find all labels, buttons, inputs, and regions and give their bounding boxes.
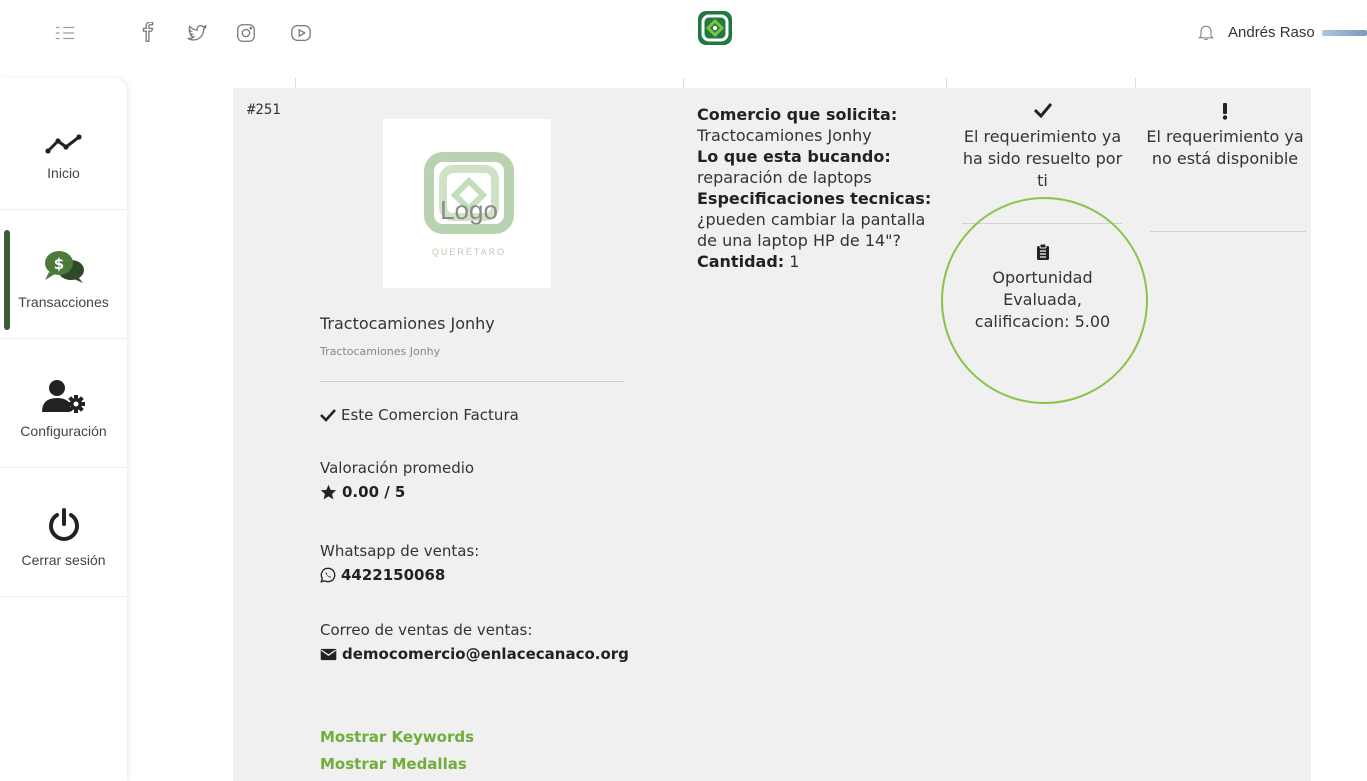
quantity-value: 1	[789, 252, 800, 271]
email-label: Correo de ventas de ventas:	[320, 621, 533, 639]
top-bar: Andrés Raso	[0, 0, 1367, 78]
request-description: Comercio que solicita: Tractocamiones Jo…	[697, 104, 942, 272]
status-resolved: El requerimiento ya ha sido resuelto por…	[955, 102, 1130, 192]
divider	[962, 223, 1122, 224]
company-name: Tractocamiones Jonhy	[320, 314, 495, 333]
logo-caption: QUERÉTARO	[432, 247, 506, 257]
company-logo: Logo QUERÉTARO	[383, 119, 551, 288]
star-icon	[320, 484, 337, 500]
sidebar-item-label: Inicio	[47, 164, 80, 181]
rating-block: Valoración promedio 0.00 / 5	[320, 459, 474, 501]
bell-icon[interactable]	[1196, 22, 1216, 42]
quantity-label: Cantidad:	[697, 252, 785, 271]
column-divider	[683, 78, 684, 88]
logo-text: Logo	[440, 195, 498, 225]
check-icon	[320, 409, 336, 422]
email-value[interactable]: democomercio@enlacecanaco.org	[342, 645, 629, 663]
whatsapp-label: Whatsapp de ventas:	[320, 542, 480, 560]
rating-value: 0.00 / 5	[342, 483, 406, 501]
sidebar-item-label: Cerrar sesión	[21, 551, 106, 568]
status-unavailable-text: El requerimiento ya no está disponible	[1146, 127, 1304, 168]
whatsapp-icon	[320, 567, 336, 583]
exclamation-icon	[1222, 103, 1228, 120]
email-block: Correo de ventas de ventas: democomercio…	[320, 621, 629, 663]
money-chat-icon: $	[44, 250, 84, 283]
factura-status: Este Comercion Factura	[320, 406, 519, 424]
menu-icon[interactable]	[52, 20, 78, 46]
youtube-icon[interactable]	[288, 20, 314, 46]
divider	[320, 381, 624, 382]
sidebar: Inicio $ Transacciones Configuración Cer…	[0, 78, 127, 781]
show-medals-link[interactable]: Mostrar Medallas	[320, 755, 467, 773]
user-area[interactable]: Andrés Raso	[1196, 22, 1315, 42]
sidebar-item-configuracion[interactable]: Configuración	[0, 340, 127, 468]
trend-line-icon	[44, 133, 82, 154]
status-evaluated: Oportunidad Evaluada, calificacion: 5.00	[955, 243, 1130, 333]
status-resolved-text: El requerimiento ya ha sido resuelto por…	[962, 127, 1123, 190]
brand-logo[interactable]	[697, 10, 733, 46]
check-icon	[1033, 103, 1052, 119]
looking-value: reparación de laptops	[697, 168, 872, 187]
rating-label: Valoración promedio	[320, 459, 475, 477]
divider	[1150, 231, 1306, 232]
column-divider	[946, 78, 947, 88]
whatsapp-block: Whatsapp de ventas: 4422150068	[320, 542, 479, 584]
sidebar-item-label: Transacciones	[18, 293, 109, 310]
envelope-icon	[320, 648, 337, 660]
show-keywords-link[interactable]: Mostrar Keywords	[320, 728, 474, 746]
sidebar-item-inicio[interactable]: Inicio	[0, 82, 127, 210]
looking-label: Lo que esta bucando:	[697, 147, 891, 166]
user-name[interactable]: Andrés Raso	[1228, 24, 1315, 41]
clipboard-icon	[1036, 243, 1049, 260]
facebook-icon[interactable]	[135, 20, 161, 46]
power-icon	[48, 507, 79, 541]
sidebar-item-transacciones[interactable]: $ Transacciones	[0, 211, 127, 339]
instagram-icon[interactable]	[233, 20, 259, 46]
requester-label: Comercio que solicita:	[697, 105, 898, 124]
whatsapp-value[interactable]: 4422150068	[341, 566, 445, 584]
table-header	[233, 78, 1311, 88]
user-gear-icon	[41, 379, 85, 413]
specs-value: ¿pueden cambiar la pantalla de una lapto…	[697, 210, 926, 250]
factura-text: Este Comercion Factura	[341, 406, 519, 424]
column-divider	[1135, 78, 1136, 88]
status-unavailable: El requerimiento ya no está disponible	[1145, 102, 1305, 170]
twitter-icon[interactable]	[184, 20, 210, 46]
table-row: #251 Logo QUERÉTARO Tractocamiones Jonhy…	[233, 88, 1311, 781]
sidebar-item-label: Configuración	[20, 422, 107, 439]
column-divider	[295, 78, 296, 88]
requester-value: Tractocamiones Jonhy	[697, 126, 872, 145]
sidebar-item-cerrar-sesion[interactable]: Cerrar sesión	[0, 469, 127, 597]
company-subname: Tractocamiones Jonhy	[320, 345, 441, 358]
svg-text:$: $	[53, 255, 63, 273]
row-id: #251	[247, 102, 281, 118]
partner-logo	[1322, 30, 1367, 36]
specs-label: Especificaciones tecnicas:	[697, 189, 932, 208]
status-evaluated-text: Oportunidad Evaluada, calificacion: 5.00	[974, 268, 1111, 331]
